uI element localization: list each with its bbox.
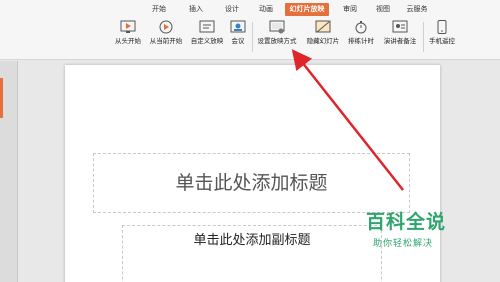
watermark-subtitle: 助你轻松解决 <box>373 239 434 249</box>
watermark-title: 百科全说 <box>366 211 447 233</box>
